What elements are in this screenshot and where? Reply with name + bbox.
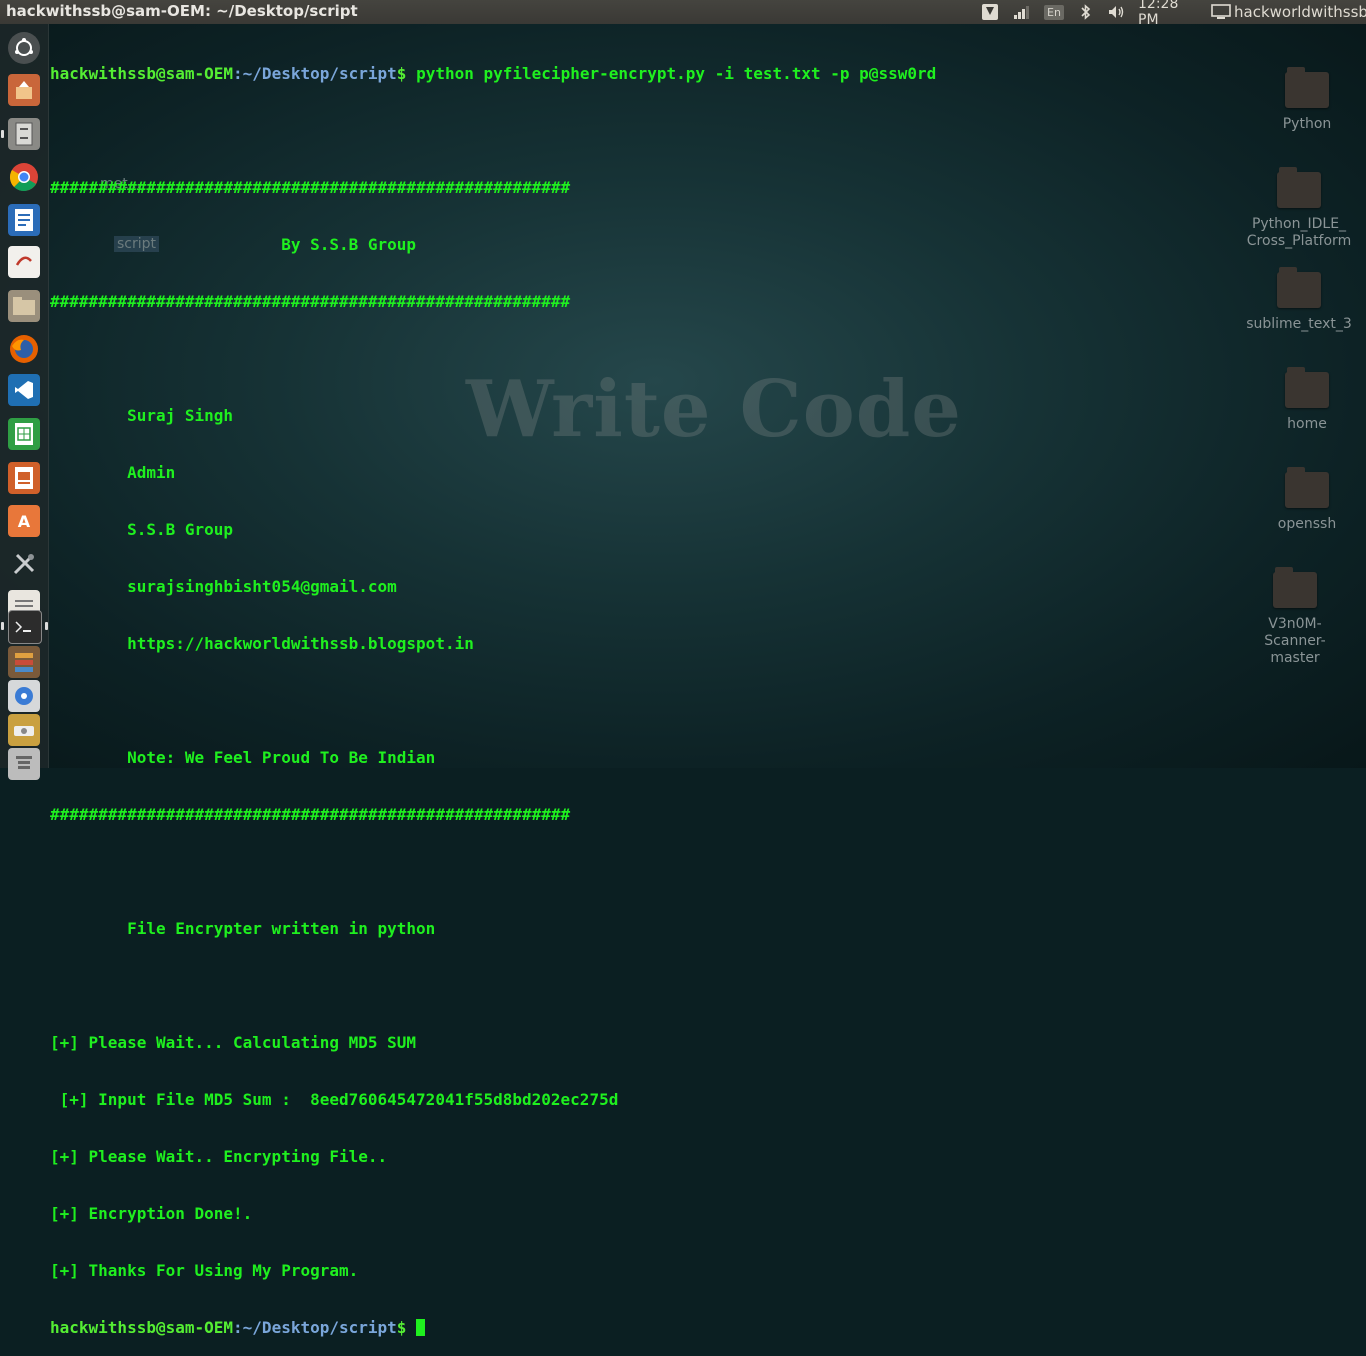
terminal-line: ########################################…	[50, 178, 571, 197]
terminal-line: Note: We Feel Proud To Be Indian	[50, 748, 436, 767]
current-prompt-line[interactable]: hackwithssb@sam-OEM:~/Desktop/script$	[50, 1318, 1350, 1337]
terminal-line: Suraj Singh	[50, 406, 234, 425]
terminal-line: [+] Please Wait... Calculating MD5 SUM	[50, 1033, 417, 1052]
running-indicator	[1, 130, 4, 138]
launcher-sidebar: A	[0, 24, 49, 780]
terminal-line: [+] Thanks For Using My Program.	[50, 1261, 359, 1280]
terminal-cursor	[416, 1319, 426, 1336]
keyboard-layout-label: En	[1044, 4, 1064, 20]
download-indicator-icon[interactable]	[980, 2, 1000, 22]
terminal-line: By S.S.B Group	[50, 235, 417, 254]
chrome-browser-icon[interactable]	[8, 161, 40, 193]
dash-home-icon[interactable]	[8, 32, 40, 64]
prompt-command: python pyfilecipher-encrypt.py -i test.t…	[406, 64, 937, 83]
top-panel: hackwithssb@sam-OEM: ~/Desktop/script En…	[0, 0, 1366, 28]
terminal-line: [+] Input File MD5 Sum : 8eed76064547204…	[50, 1090, 619, 1109]
libreoffice-impress-icon[interactable]	[8, 462, 40, 494]
terminal-icon[interactable]	[8, 610, 42, 644]
clock[interactable]: 12:28 PM	[1138, 0, 1202, 28]
terminal-line: ########################################…	[50, 292, 571, 311]
prompt-symbol: $	[396, 1318, 407, 1337]
vscode-editor-icon[interactable]	[8, 374, 40, 406]
window-title: hackwithssb@sam-OEM: ~/Desktop/script	[6, 2, 358, 20]
trash-icon[interactable]	[8, 748, 40, 780]
stacked-apps-icon[interactable]	[8, 646, 40, 678]
terminal-line: Admin	[50, 463, 176, 482]
disk-utility-icon[interactable]	[8, 680, 40, 712]
focused-indicator	[45, 622, 48, 630]
terminal-line: S.S.B Group	[50, 520, 234, 539]
terminal-output[interactable]: hackwithssb@sam-OEM:~/Desktop/script$ py…	[50, 26, 1350, 1356]
prompt-symbol: $	[396, 64, 407, 83]
software-center-icon[interactable]: A	[8, 505, 40, 537]
session-computer-icon[interactable]	[1210, 2, 1232, 22]
network-signal-icon[interactable]	[1012, 2, 1032, 22]
command-prompt-line: hackwithssb@sam-OEM:~/Desktop/script$ py…	[50, 64, 1350, 83]
libreoffice-writer-icon[interactable]	[8, 204, 40, 236]
firefox-browser-icon[interactable]	[8, 333, 40, 365]
system-settings-icon[interactable]	[8, 548, 40, 580]
removable-drive-icon[interactable]	[8, 714, 40, 746]
running-indicator	[1, 622, 4, 630]
prompt-user: hackwithssb@sam-OEM	[50, 1318, 234, 1337]
session-username[interactable]: hackworldwithssb	[1234, 2, 1366, 22]
terminal-line: [+] Please Wait.. Encrypting File..	[50, 1147, 388, 1166]
terminal-line: File Encrypter written in python	[50, 919, 436, 938]
prompt-path: :~/Desktop/script	[233, 64, 397, 83]
terminal-line: https://hackworldwithssb.blogspot.in	[50, 634, 474, 653]
prompt-path: :~/Desktop/script	[233, 1318, 397, 1337]
file-manager-icon[interactable]	[8, 290, 40, 322]
terminal-line: surajsinghbisht054@gmail.com	[50, 577, 397, 596]
volume-icon[interactable]	[1106, 2, 1128, 22]
libreoffice-calc-icon[interactable]	[8, 418, 40, 450]
prompt-user: hackwithssb@sam-OEM	[50, 64, 234, 83]
terminal-line: ########################################…	[50, 805, 571, 824]
bluetooth-icon[interactable]	[1077, 2, 1095, 22]
file-cabinet-icon[interactable]	[8, 118, 40, 150]
terminal-line: [+] Encryption Done!.	[50, 1204, 253, 1223]
document-viewer-icon[interactable]	[8, 246, 40, 278]
keyboard-layout-indicator[interactable]: En	[1044, 2, 1064, 22]
software-updater-icon[interactable]	[8, 74, 40, 106]
